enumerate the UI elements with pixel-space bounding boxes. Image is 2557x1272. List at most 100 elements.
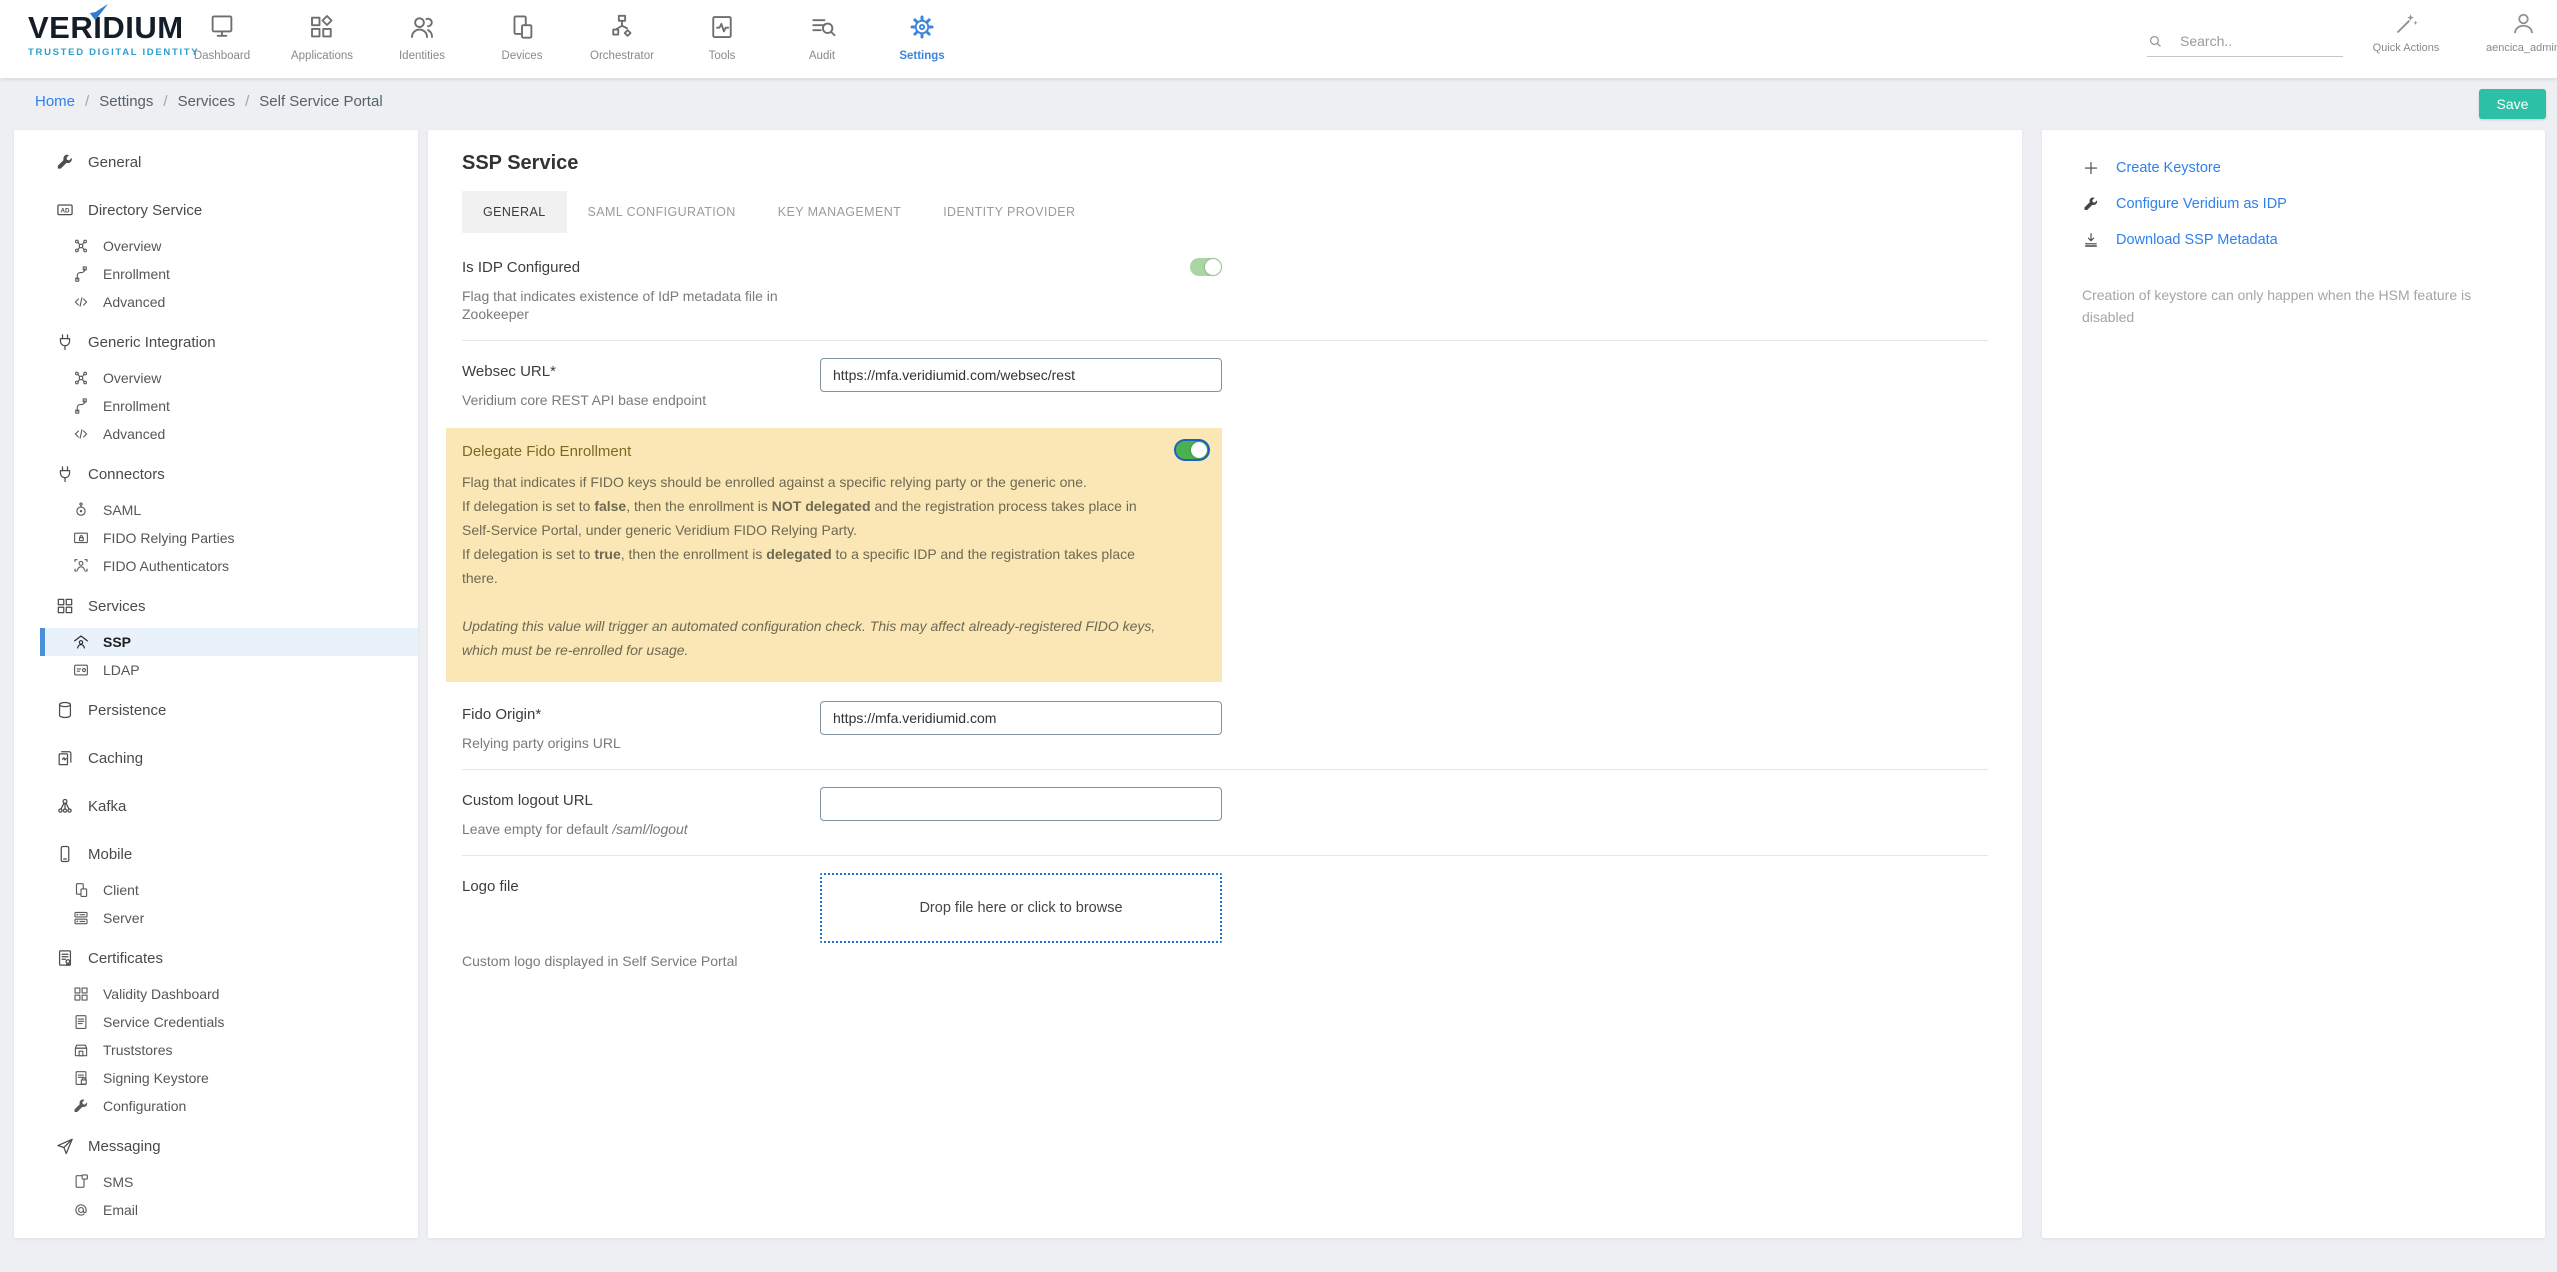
nav-item-tools[interactable]: Tools xyxy=(672,0,772,78)
is-idp-configured-toggle[interactable] xyxy=(1190,258,1222,276)
save-button[interactable]: Save xyxy=(2479,89,2546,119)
breadcrumb-separator: / xyxy=(85,93,90,110)
tab-saml-configuration[interactable]: SAML CONFIGURATION xyxy=(567,191,757,233)
logo-file-desc: Custom logo displayed in Self Service Po… xyxy=(462,953,738,969)
sidebar-item-overview[interactable]: Overview xyxy=(40,364,418,392)
sidebar-item-service-credentials[interactable]: Service Credentials xyxy=(40,1008,418,1036)
sidebar-item-mobile[interactable]: Mobile xyxy=(14,832,418,876)
nav-item-settings[interactable]: Settings xyxy=(872,0,972,78)
hsm-note: Creation of keystore can only happen whe… xyxy=(2082,287,2472,325)
sidebar-label-sms: SMS xyxy=(103,1174,134,1190)
card-lock-icon xyxy=(74,532,88,544)
sidebar-item-generic-integration[interactable]: Generic Integration xyxy=(14,320,418,364)
delegate-fido-toggle[interactable] xyxy=(1176,441,1208,459)
custom-logout-input[interactable] xyxy=(820,787,1222,821)
nav-label-identities: Identities xyxy=(398,50,446,62)
sidebar-label-signing-keystore: Signing Keystore xyxy=(103,1070,209,1086)
nav-label-audit: Audit xyxy=(808,50,836,62)
sidebar-item-overview[interactable]: Overview xyxy=(40,232,418,260)
sidebar-label-persistence: Persistence xyxy=(88,701,167,719)
sidebar-label-email: Email xyxy=(103,1202,139,1218)
sidebar-label-server: Server xyxy=(103,910,145,926)
home-user-icon xyxy=(74,635,88,649)
fido-origin-input[interactable] xyxy=(820,701,1222,735)
sidebar-item-saml[interactable]: SAML xyxy=(40,496,418,524)
sidebar-item-messaging[interactable]: Messaging xyxy=(14,1124,418,1168)
target-icon xyxy=(76,502,86,516)
sidebar-item-fido-authenticators[interactable]: FIDO Authenticators xyxy=(40,552,418,580)
sidebar-item-advanced[interactable]: Advanced xyxy=(40,420,418,448)
nav-item-applications[interactable]: Applications xyxy=(272,0,372,78)
id-card-icon xyxy=(74,664,88,676)
sidebar-item-sms[interactable]: SMS xyxy=(40,1168,418,1196)
user-menu[interactable]: aencica_admin xyxy=(2468,10,2557,54)
sidebar-label-mobile: Mobile xyxy=(88,845,133,863)
nav-item-orchestrator[interactable]: Orchestrator xyxy=(572,0,672,78)
logo-check-icon xyxy=(89,3,109,21)
search-input[interactable] xyxy=(2178,32,2332,50)
nav-item-devices[interactable]: Devices xyxy=(472,0,572,78)
action-link-download-ssp-metadata[interactable]: Download SSP Metadata xyxy=(2082,222,2545,258)
sidebar-item-truststores[interactable]: Truststores xyxy=(40,1036,418,1064)
sidebar-item-enrollment[interactable]: Enrollment xyxy=(40,392,418,420)
sidebar-label-client: Client xyxy=(103,882,139,898)
server-icon xyxy=(74,911,88,925)
nav-item-audit[interactable]: Audit xyxy=(772,0,872,78)
action-link-label: Download SSP Metadata xyxy=(2116,232,2278,248)
websec-url-label: Websec URL* xyxy=(462,363,556,380)
sidebar-item-certificates[interactable]: Certificates xyxy=(14,936,418,980)
sidebar-item-caching[interactable]: Caching xyxy=(14,736,418,780)
sidebar-item-connectors[interactable]: Connectors xyxy=(14,452,418,496)
gear-icon xyxy=(910,15,934,39)
delegate-fido-line: If delegation is set to false, then the … xyxy=(462,498,1137,538)
ad-icon xyxy=(57,204,73,216)
sidebar-label-truststores: Truststores xyxy=(103,1042,173,1058)
tab-general[interactable]: GENERAL xyxy=(462,191,567,233)
sidebar-item-signing-keystore[interactable]: Signing Keystore xyxy=(40,1064,418,1092)
sidebar-item-kafka[interactable]: Kafka xyxy=(14,784,418,828)
breadcrumb-services[interactable]: Services xyxy=(178,93,236,110)
page-title: SSP Service xyxy=(462,152,579,174)
sidebar-item-directory-service[interactable]: Directory Service xyxy=(14,188,418,232)
sidebar-item-server[interactable]: Server xyxy=(40,904,418,932)
sidebar-item-client[interactable]: Client xyxy=(40,876,418,904)
websec-url-desc: Veridium core REST API base endpoint xyxy=(462,392,707,408)
action-link-configure-veridium-as-idp[interactable]: Configure Veridium as IDP xyxy=(2082,186,2545,222)
sidebar-item-email[interactable]: Email xyxy=(40,1196,418,1224)
nav-item-identities[interactable]: Identities xyxy=(372,0,472,78)
websec-url-input[interactable] xyxy=(820,358,1222,392)
sidebar-item-ssp[interactable]: SSP xyxy=(40,628,418,656)
sidebar-item-validity-dashboard[interactable]: Validity Dashboard xyxy=(40,980,418,1008)
sidebar-item-services[interactable]: Services xyxy=(14,584,418,628)
breadcrumb-self-service-portal: Self Service Portal xyxy=(259,93,383,110)
custom-logout-label: Custom logout URL xyxy=(462,792,593,809)
sidebar-item-fido-relying-parties[interactable]: FIDO Relying Parties xyxy=(40,524,418,552)
sidebar-item-general[interactable]: General xyxy=(14,140,418,184)
sidebar-label-connectors: Connectors xyxy=(88,465,165,483)
breadcrumb-home[interactable]: Home xyxy=(35,93,75,110)
nav-label-applications: Applications xyxy=(290,50,353,62)
action-link-label: Create Keystore xyxy=(2116,160,2221,176)
sidebar-item-configuration[interactable]: Configuration xyxy=(40,1092,418,1120)
username-label: aencica_admin xyxy=(2486,42,2557,54)
sidebar-item-persistence[interactable]: Persistence xyxy=(14,688,418,732)
sidebar-label-generic-integration: Generic Integration xyxy=(88,333,216,351)
is-idp-configured-desc: Flag that indicates existence of IdP met… xyxy=(462,288,778,322)
nav-item-dashboard[interactable]: Dashboard xyxy=(172,0,272,78)
download-icon xyxy=(2085,232,2097,247)
flow-icon xyxy=(612,14,632,37)
quick-actions-button[interactable]: Quick Actions xyxy=(2351,10,2461,54)
sidebar-item-ldap[interactable]: LDAP xyxy=(40,656,418,684)
sidebar-item-enrollment[interactable]: Enrollment xyxy=(40,260,418,288)
keystore-actions: Create Keystore Configure Veridium as ID… xyxy=(2082,150,2545,258)
tab-key-management[interactable]: KEY MANAGEMENT xyxy=(757,191,922,233)
sidebar-item-advanced[interactable]: Advanced xyxy=(40,288,418,316)
logo-file-dropzone[interactable]: Drop file here or click to browse xyxy=(820,873,1222,943)
at-icon xyxy=(75,1204,87,1216)
action-link-create-keystore[interactable]: Create Keystore xyxy=(2082,150,2545,186)
tab-identity-provider[interactable]: IDENTITY PROVIDER xyxy=(922,191,1096,233)
default-logout-path: /saml/logout xyxy=(612,821,688,837)
breadcrumb-settings[interactable]: Settings xyxy=(99,93,153,110)
devices-icon xyxy=(513,15,533,39)
sidebar-label-fido-relying-parties: FIDO Relying Parties xyxy=(103,530,235,546)
